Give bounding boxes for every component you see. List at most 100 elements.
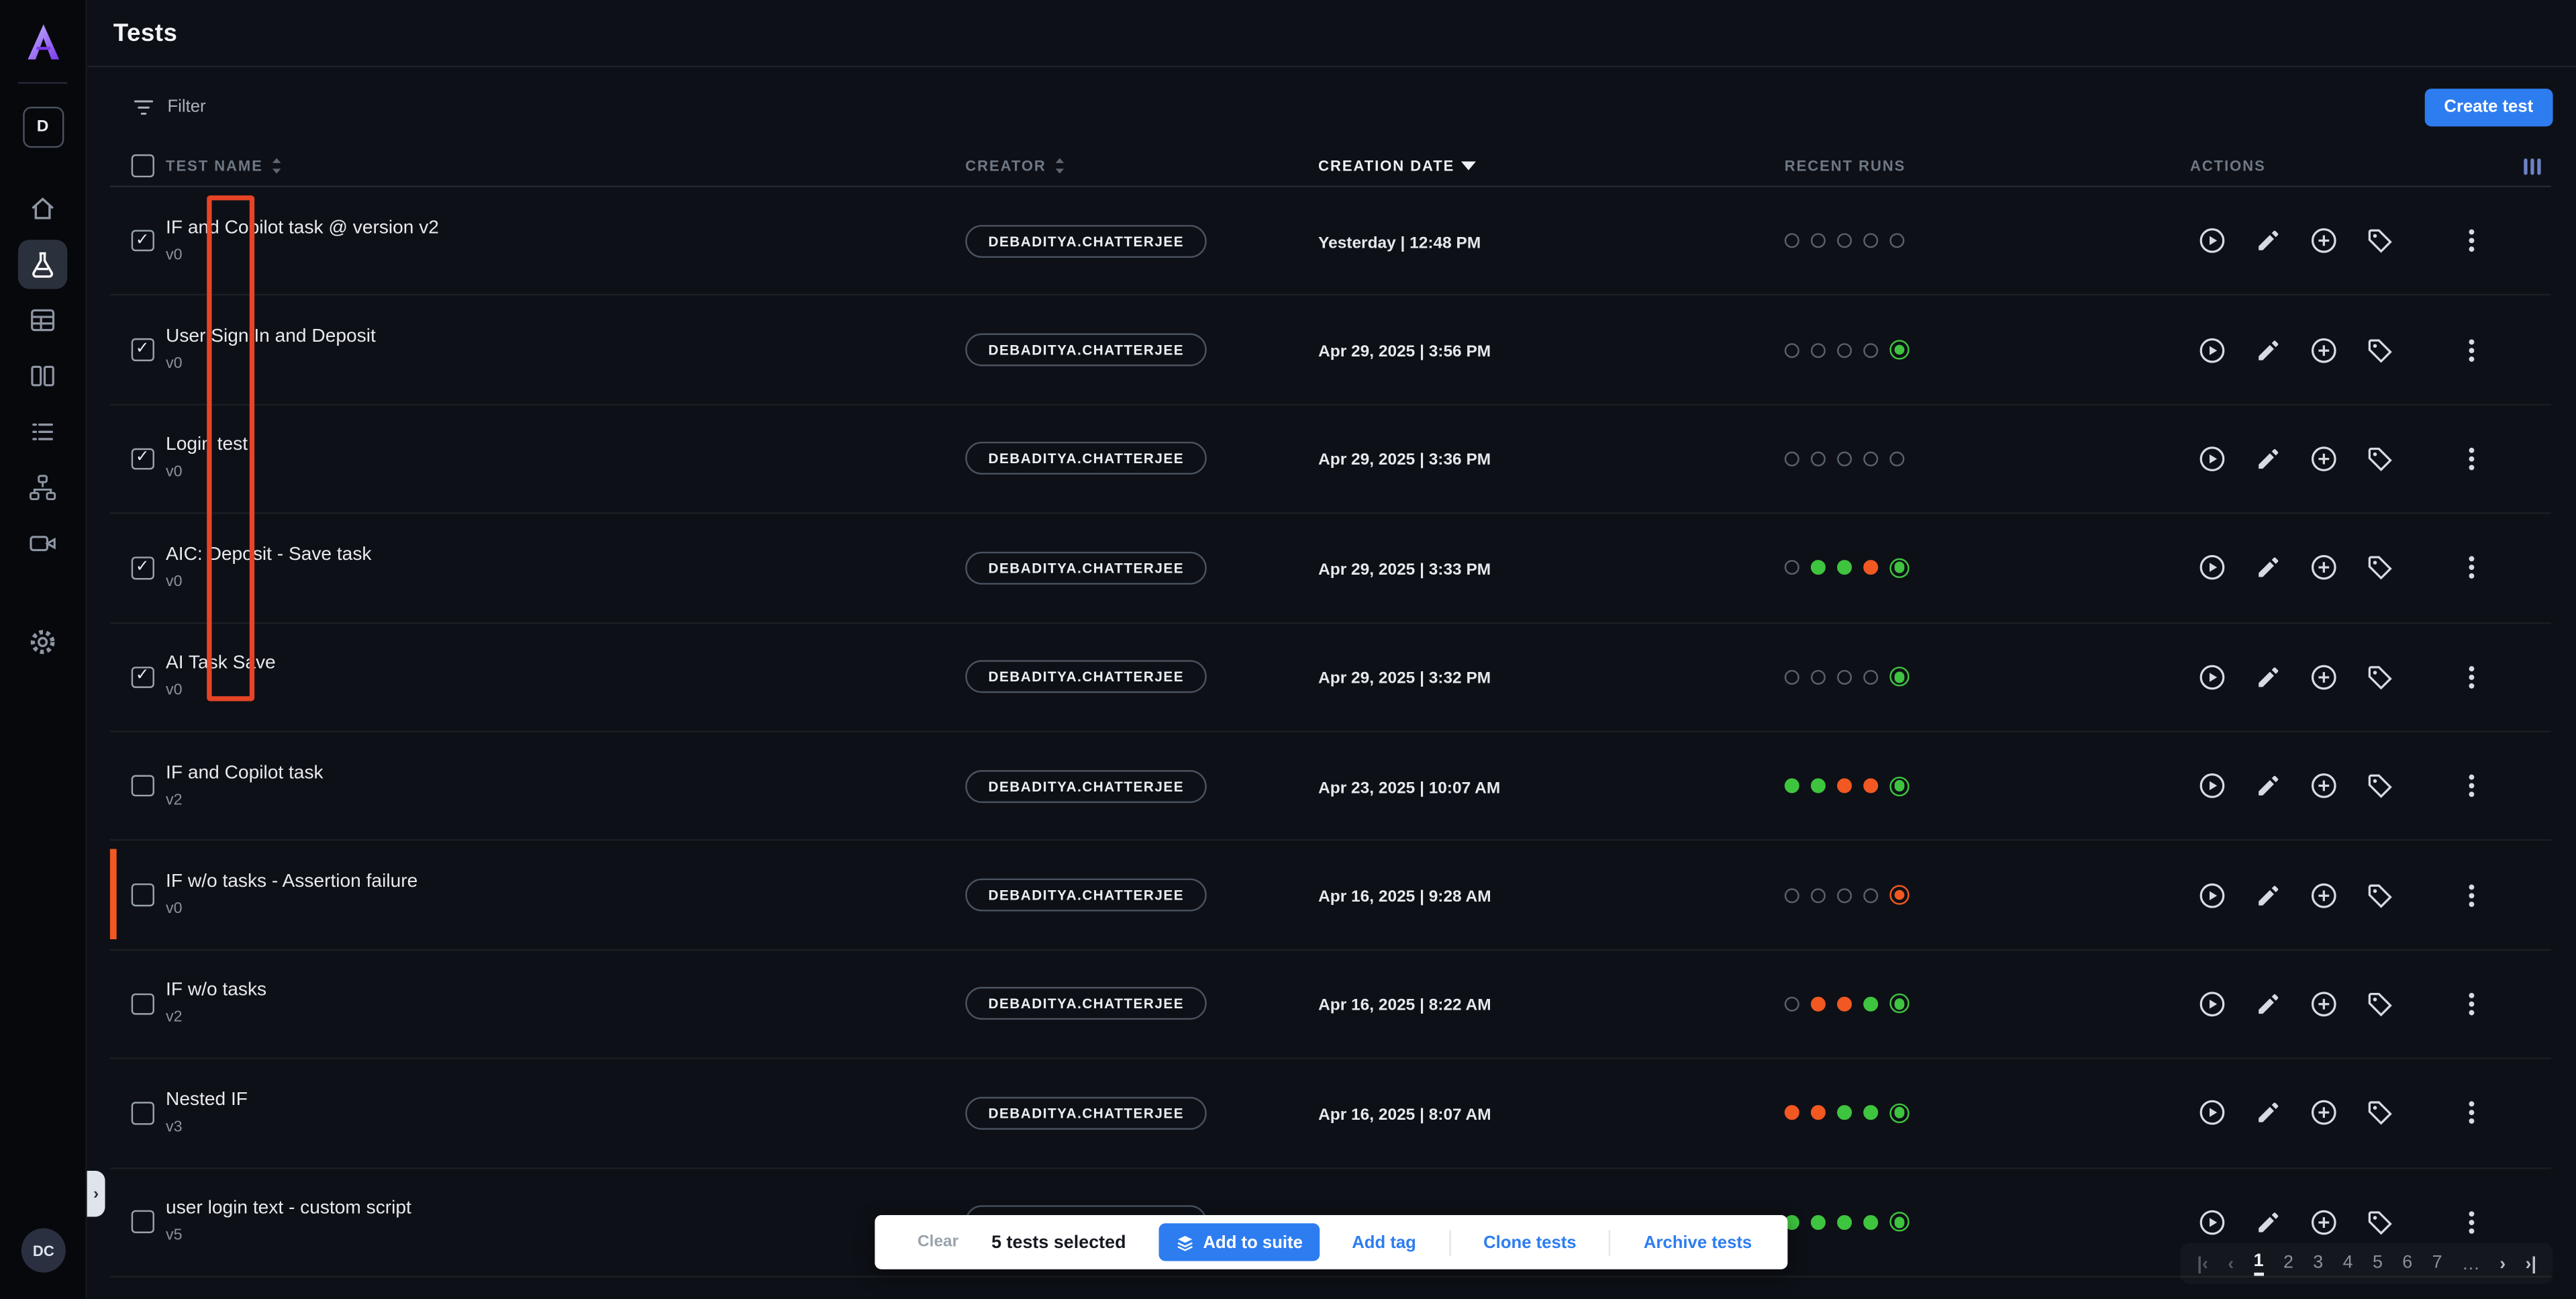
header-test-name[interactable]: TEST NAME: [166, 156, 965, 175]
filter-button[interactable]: Filter: [132, 95, 206, 119]
run-status-dot[interactable]: [1811, 997, 1826, 1012]
table-row[interactable]: IF w/o tasks - Assertion failure v0 DEBA…: [110, 841, 2551, 950]
run-status-dot[interactable]: [1811, 887, 1826, 902]
tag-icon[interactable]: [2364, 661, 2395, 692]
row-checkbox[interactable]: [132, 1211, 154, 1233]
page-button-3[interactable]: 3: [2313, 1253, 2323, 1274]
edit-test-icon[interactable]: [2252, 552, 2283, 583]
run-status-dot[interactable]: [1785, 669, 1799, 684]
page-button-2[interactable]: 2: [2283, 1253, 2293, 1274]
add-tag-button[interactable]: Add tag: [1352, 1233, 1416, 1252]
add-to-suite-icon[interactable]: [2308, 226, 2339, 256]
page-button-6[interactable]: 6: [2402, 1253, 2412, 1274]
user-avatar[interactable]: DC: [21, 1229, 66, 1273]
edit-test-icon[interactable]: [2252, 334, 2283, 365]
manage-columns-icon[interactable]: [2520, 154, 2545, 179]
tag-icon[interactable]: [2364, 1098, 2395, 1128]
run-status-dot[interactable]: [1863, 1214, 1878, 1229]
run-test-icon[interactable]: [2197, 771, 2228, 802]
edit-test-icon[interactable]: [2252, 771, 2283, 802]
run-status-dot[interactable]: [1785, 887, 1799, 902]
more-actions-icon[interactable]: [2456, 879, 2487, 910]
run-status-dot[interactable]: [1785, 452, 1799, 467]
tag-icon[interactable]: [2364, 771, 2395, 802]
run-status-dot[interactable]: [1863, 997, 1878, 1012]
table-row[interactable]: Nested IF v3 DEBADITYA.CHATTERJEE Apr 16…: [110, 1059, 2551, 1168]
create-test-button[interactable]: Create test: [2424, 88, 2553, 126]
run-status-dot[interactable]: [1889, 667, 1909, 687]
run-status-dot[interactable]: [1889, 1103, 1909, 1122]
run-test-icon[interactable]: [2197, 1206, 2228, 1237]
tag-icon[interactable]: [2364, 334, 2395, 365]
run-status-dot[interactable]: [1837, 234, 1852, 248]
row-checkbox[interactable]: [132, 993, 154, 1015]
run-status-dot[interactable]: [1837, 342, 1852, 357]
add-to-suite-icon[interactable]: [2308, 443, 2339, 474]
table-row[interactable]: AIC: Deposit - Save task v0 DEBADITYA.CH…: [110, 514, 2551, 623]
run-status-dot[interactable]: [1785, 561, 1799, 575]
tag-icon[interactable]: [2364, 443, 2395, 474]
tag-icon[interactable]: [2364, 988, 2395, 1019]
run-status-dot[interactable]: [1811, 669, 1826, 684]
add-to-suite-icon[interactable]: [2308, 334, 2339, 365]
add-to-suite-icon[interactable]: [2308, 1206, 2339, 1237]
run-status-dot[interactable]: [1811, 561, 1826, 575]
run-test-icon[interactable]: [2197, 334, 2228, 365]
table-row[interactable]: IF and Copilot task @ version v2 v0 DEBA…: [110, 187, 2551, 296]
run-status-dot[interactable]: [1785, 1106, 1799, 1120]
header-creation-date[interactable]: CREATION DATE: [1318, 158, 1785, 174]
table-row[interactable]: IF w/o tasks v2 DEBADITYA.CHATTERJEE Apr…: [110, 951, 2551, 1059]
table-row[interactable]: User Sign In and Deposit v0 DEBADITYA.CH…: [110, 296, 2551, 405]
run-status-dot[interactable]: [1811, 779, 1826, 793]
run-status-dot[interactable]: [1785, 997, 1799, 1012]
recordings-icon[interactable]: [18, 519, 67, 568]
add-to-suite-icon[interactable]: [2308, 988, 2339, 1019]
run-test-icon[interactable]: [2197, 988, 2228, 1019]
page-button-1[interactable]: 1: [2254, 1251, 2264, 1276]
clone-tests-button[interactable]: Clone tests: [1483, 1233, 1576, 1252]
run-status-dot[interactable]: [1811, 342, 1826, 357]
run-test-icon[interactable]: [2197, 226, 2228, 256]
run-status-dot[interactable]: [1837, 1106, 1852, 1120]
add-to-suite-icon[interactable]: [2308, 1098, 2339, 1128]
header-creator[interactable]: CREATOR: [965, 156, 1318, 175]
row-checkbox[interactable]: [132, 1102, 154, 1124]
run-test-icon[interactable]: [2197, 879, 2228, 910]
page-button-7[interactable]: 7: [2432, 1253, 2442, 1274]
page-button-4[interactable]: 4: [2343, 1253, 2353, 1274]
more-actions-icon[interactable]: [2456, 552, 2487, 583]
add-to-suite-icon[interactable]: [2308, 771, 2339, 802]
run-test-icon[interactable]: [2197, 661, 2228, 692]
add-to-suite-icon[interactable]: [2308, 552, 2339, 583]
run-status-dot[interactable]: [1811, 1106, 1826, 1120]
row-checkbox[interactable]: [132, 448, 154, 470]
run-status-dot[interactable]: [1889, 234, 1904, 248]
table-row[interactable]: AI Task Save v0 DEBADITYA.CHATTERJEE Apr…: [110, 623, 2551, 732]
run-status-dot[interactable]: [1889, 558, 1909, 577]
run-status-dot[interactable]: [1837, 997, 1852, 1012]
archive-tests-button[interactable]: Archive tests: [1644, 1233, 1752, 1252]
more-actions-icon[interactable]: [2456, 334, 2487, 365]
tag-icon[interactable]: [2364, 1206, 2395, 1237]
table-icon[interactable]: [18, 295, 67, 344]
edit-test-icon[interactable]: [2252, 988, 2283, 1019]
edit-test-icon[interactable]: [2252, 443, 2283, 474]
run-status-dot[interactable]: [1863, 342, 1878, 357]
run-status-dot[interactable]: [1863, 234, 1878, 248]
edit-test-icon[interactable]: [2252, 226, 2283, 256]
next-page-button[interactable]: ›: [2499, 1254, 2506, 1273]
run-status-dot[interactable]: [1863, 561, 1878, 575]
prev-page-button[interactable]: ‹: [2228, 1254, 2234, 1273]
clear-selection-button[interactable]: Clear: [918, 1233, 958, 1251]
columns-icon[interactable]: [18, 351, 67, 400]
tag-icon[interactable]: [2364, 879, 2395, 910]
run-status-dot[interactable]: [1785, 779, 1799, 793]
run-status-dot[interactable]: [1889, 1212, 1909, 1232]
table-row[interactable]: Login test v0 DEBADITYA.CHATTERJEE Apr 2…: [110, 405, 2551, 514]
run-status-dot[interactable]: [1863, 1106, 1878, 1120]
edit-test-icon[interactable]: [2252, 661, 2283, 692]
more-actions-icon[interactable]: [2456, 226, 2487, 256]
more-actions-icon[interactable]: [2456, 771, 2487, 802]
add-to-suite-icon[interactable]: [2308, 661, 2339, 692]
run-status-dot[interactable]: [1889, 340, 1909, 360]
